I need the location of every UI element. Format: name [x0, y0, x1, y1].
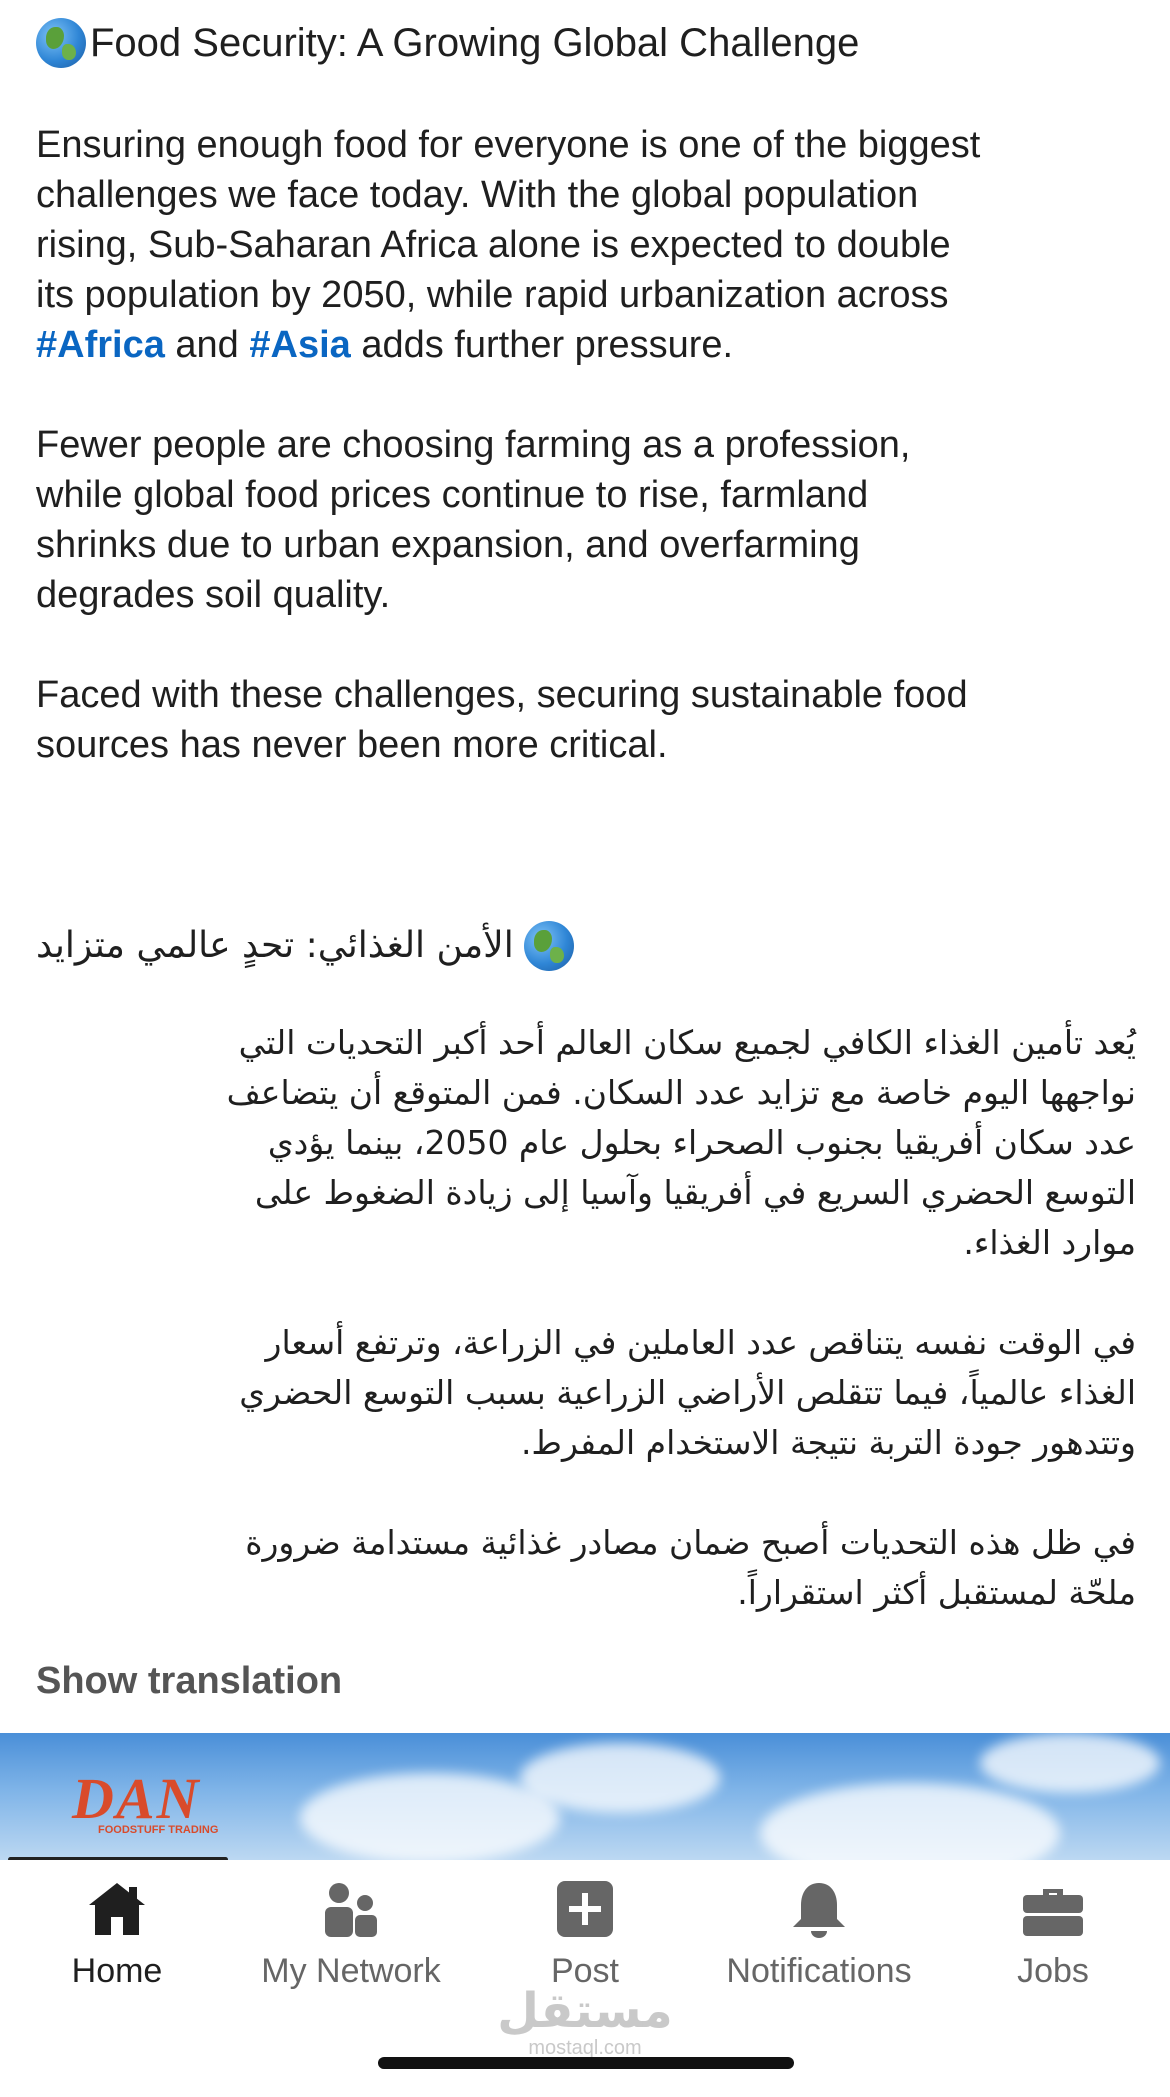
- text-line: degrades soil quality.: [36, 574, 391, 616]
- text-line: Ensuring enough food for everyone is one…: [36, 124, 981, 166]
- text-line: نواجهها اليوم خاصة مع تزايد عدد السكان. …: [226, 1073, 1136, 1112]
- text-line: while global food prices continue to ris…: [36, 474, 869, 516]
- text-line: Faced with these challenges, securing su…: [36, 674, 968, 716]
- paragraph-en-1: Ensuring enough food for everyone is one…: [36, 120, 980, 370]
- logo-subtitle: FOODSTUFF TRADING: [98, 1824, 219, 1836]
- text-line: في ظل هذه التحديات أصبح ضمان مصادر غذائي…: [245, 1523, 1136, 1562]
- show-translation-button[interactable]: Show translation: [36, 1660, 342, 1703]
- text-line: #Africa and #Asia adds further pressure.: [36, 320, 980, 370]
- text-line: ملحّة لمستقبل أكثر استقراراً.: [737, 1573, 1136, 1612]
- watermark: مستقل mostaql.com: [0, 1985, 1170, 2059]
- post-title-en-text: Food Security: A Growing Global Challeng…: [90, 21, 860, 65]
- home-indicator[interactable]: [378, 2057, 794, 2069]
- text-line: challenges we face today. With the globa…: [36, 174, 919, 216]
- paragraph-ar-1: يُعد تأمين الغذاء الكافي لجميع سكان العا…: [36, 1018, 1136, 1268]
- hashtag-africa[interactable]: #Africa: [36, 324, 165, 366]
- logo-text: DAN: [72, 1766, 201, 1831]
- text-line: التوسع الحضري السريع في أفريقيا وآسيا إل…: [254, 1173, 1136, 1212]
- text-line: shrinks due to urban expansion, and over…: [36, 524, 860, 566]
- watermark-ar: مستقل: [497, 1983, 673, 2039]
- post-title-ar-text: الأمن الغذائي: تحدٍ عالمي متزايد: [36, 925, 514, 966]
- bell-icon: [789, 1874, 849, 1944]
- post-image[interactable]: DAN FOODSTUFF TRADING: [0, 1733, 1170, 1860]
- text-line: Fewer people are choosing farming as a p…: [36, 424, 911, 466]
- text-line: وتتدهور جودة التربة نتيجة الاستخدام المف…: [520, 1423, 1136, 1462]
- globe-icon: [523, 921, 574, 971]
- nav-jobs[interactable]: Jobs: [936, 1860, 1170, 2000]
- text-and: and: [164, 324, 250, 366]
- post-title-en: Food Security: A Growing Global Challeng…: [36, 18, 859, 68]
- text-rest: adds further pressure.: [350, 324, 734, 366]
- hashtag-asia[interactable]: #Asia: [249, 324, 350, 366]
- paragraph-ar-3: في ظل هذه التحديات أصبح ضمان مصادر غذائي…: [36, 1518, 1136, 1618]
- nav-my-network[interactable]: My Network: [234, 1860, 468, 2000]
- paragraph-en-3: Faced with these challenges, securing su…: [36, 670, 968, 770]
- text-line: rising, Sub-Saharan Africa alone is expe…: [36, 224, 951, 266]
- text-line: sources has never been more critical.: [36, 724, 668, 766]
- text-line: its population by 2050, while rapid urba…: [36, 274, 949, 316]
- text-line: موارد الغذاء.: [963, 1223, 1136, 1262]
- home-icon: [85, 1874, 149, 1944]
- paragraph-en-2: Fewer people are choosing farming as a p…: [36, 420, 910, 620]
- paragraph-ar-2: في الوقت نفسه يتناقص عدد العاملين في الز…: [36, 1318, 1136, 1468]
- briefcase-icon: [1021, 1874, 1085, 1944]
- nav-post[interactable]: Post: [468, 1860, 702, 2000]
- nav-home[interactable]: Home: [0, 1860, 234, 2000]
- text-line: الغذاء عالمياً، فيما تتقلص الأراضي الزرا…: [239, 1373, 1136, 1412]
- text-line: يُعد تأمين الغذاء الكافي لجميع سكان العا…: [238, 1023, 1136, 1062]
- post-icon: [555, 1874, 615, 1944]
- post-title-ar: الأمن الغذائي: تحدٍ عالمي متزايد: [36, 918, 1136, 974]
- text-line: في الوقت نفسه يتناقص عدد العاملين في الز…: [265, 1323, 1136, 1362]
- watermark-en: mostaql.com: [528, 2037, 642, 2059]
- network-icon: [319, 1874, 383, 1944]
- text-line: عدد سكان أفريقيا بجنوب الصحراء بحلول عام…: [267, 1123, 1136, 1162]
- dan-logo: DAN FOODSTUFF TRADING: [72, 1765, 218, 1836]
- nav-notifications[interactable]: Notifications: [702, 1860, 936, 2000]
- globe-icon: [36, 18, 86, 68]
